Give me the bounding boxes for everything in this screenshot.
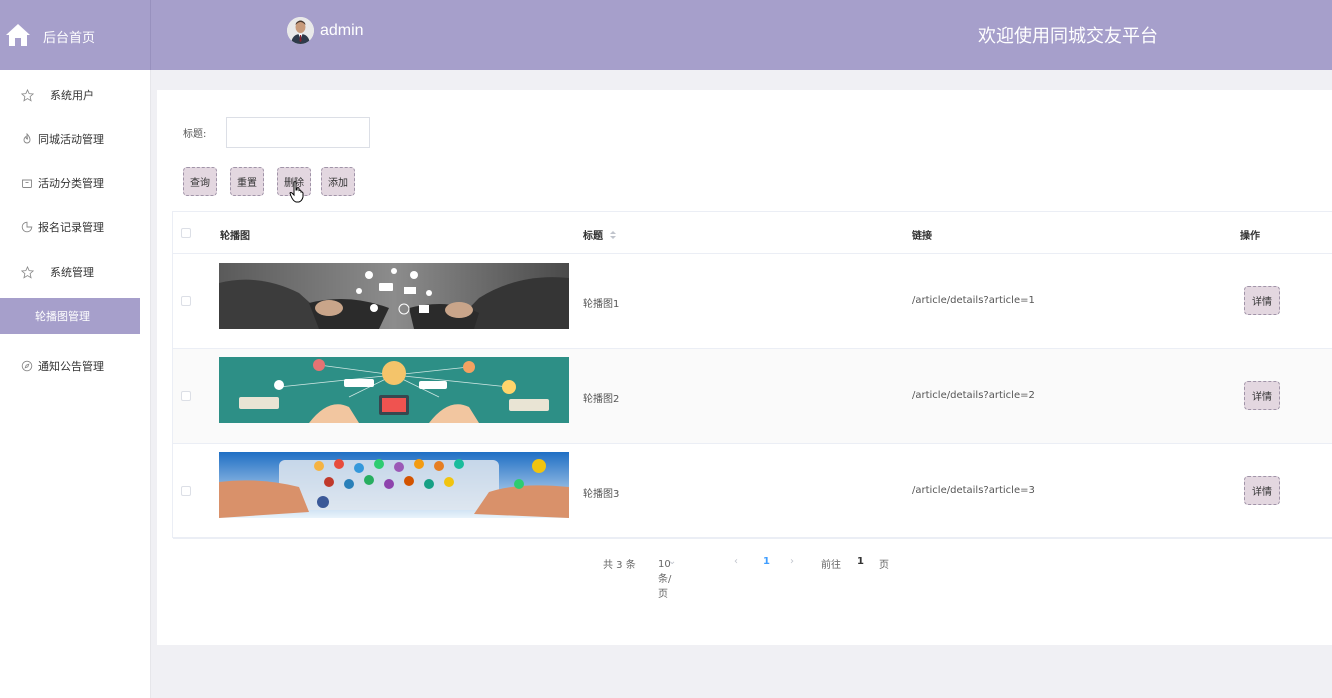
carousel-table: 轮播图 标题 链接 操作 轮播图1 /article/details?artic… [172,211,1332,539]
row-title: 轮播图1 [583,299,620,310]
goto-label: 前往 [821,560,841,571]
page-size-value: 10条/页 [658,559,672,600]
column-header-action: 操作 [1240,231,1260,242]
table-row: 轮播图3 /article/details?article=3 详情 [173,444,1332,539]
box-icon [20,176,34,190]
row-link: /article/details?article=1 [912,295,1035,306]
top-header: 后台首页 admin 欢迎使用同城交友平台 [0,0,1332,70]
hand-cursor-icon [289,181,304,203]
user-name: admin [320,21,364,39]
sidebar-item-system-users[interactable]: 系统用户 [0,78,151,112]
fire-icon [20,132,34,146]
sidebar-item-activity[interactable]: 同城活动管理 [0,122,151,156]
sidebar-item-category[interactable]: 活动分类管理 [0,166,151,200]
add-button[interactable]: 添加 [321,167,355,196]
row-link: /article/details?article=2 [912,390,1035,401]
compass-icon [20,359,34,373]
table-header: 轮播图 标题 链接 操作 [173,212,1332,254]
sidebar-item-label: 同城活动管理 [38,133,104,146]
details-button[interactable]: 详情 [1244,476,1280,505]
row-link: /article/details?article=3 [912,485,1035,496]
sidebar-item-registration[interactable]: 报名记录管理 [0,210,151,244]
pagination: 共 3 条 10条/页 ⌄ ‹ 1 › 前往 1 页 [157,553,1332,600]
details-button[interactable]: 详情 [1244,286,1280,315]
carousel-image [219,263,569,329]
sidebar-item-label: 报名记录管理 [38,221,104,234]
goto-page-input[interactable]: 1 [857,556,864,567]
star-icon [20,88,34,102]
row-title: 轮播图3 [583,489,620,500]
row-title: 轮播图2 [583,394,620,405]
sidebar-item-label: 通知公告管理 [38,360,104,373]
page-size-select[interactable]: 10条/页 ⌄ [658,556,676,600]
user-info[interactable]: admin [287,17,364,44]
welcome-title: 欢迎使用同城交友平台 [978,26,1158,47]
home-label: 后台首页 [43,31,96,46]
pagination-total: 共 3 条 [603,560,636,571]
prev-page-icon[interactable]: ‹ [734,556,738,567]
search-label: 标题: [183,129,207,140]
table-row: 轮播图2 /article/details?article=2 详情 [173,349,1332,444]
column-header-title[interactable]: 标题 [583,227,617,242]
star-icon [20,265,34,279]
select-all-checkbox[interactable] [181,228,191,238]
main-panel: 标题: 查询 重置 删除 添加 轮播图 标题 链接 操作 [157,90,1332,645]
column-header-link: 链接 [912,231,932,242]
carousel-image [219,357,569,423]
avatar [287,17,314,44]
title-search-input[interactable] [226,117,370,148]
sidebar-item-label: 轮播图管理 [35,310,90,323]
column-header-title-label: 标题 [583,231,603,242]
pie-icon [20,220,34,234]
row-checkbox[interactable] [181,296,191,306]
sidebar-item-label: 系统管理 [50,266,94,279]
query-button[interactable]: 查询 [183,167,217,196]
row-checkbox[interactable] [181,391,191,401]
row-checkbox[interactable] [181,486,191,496]
column-header-image: 轮播图 [220,231,250,242]
carousel-image [219,452,569,518]
sidebar-item-system-manage[interactable]: 系统管理 [0,255,151,289]
sidebar-item-label: 活动分类管理 [38,177,104,190]
home-link[interactable]: 后台首页 [0,0,151,70]
sidebar-item-carousel[interactable]: 轮播图管理 [0,298,140,334]
home-icon [6,24,30,46]
sort-icon[interactable] [609,230,617,240]
sidebar: 系统用户 同城活动管理 活动分类管理 报名记录管理 系统管理 轮播图管理 通知公… [0,70,151,698]
page-unit-label: 页 [879,560,889,571]
page-number-current[interactable]: 1 [763,556,770,567]
sidebar-item-label: 系统用户 [50,89,94,102]
next-page-icon[interactable]: › [790,556,794,567]
sidebar-item-notice[interactable]: 通知公告管理 [0,349,151,383]
details-button[interactable]: 详情 [1244,381,1280,410]
reset-button[interactable]: 重置 [230,167,264,196]
table-row: 轮播图1 /article/details?article=1 详情 [173,254,1332,349]
